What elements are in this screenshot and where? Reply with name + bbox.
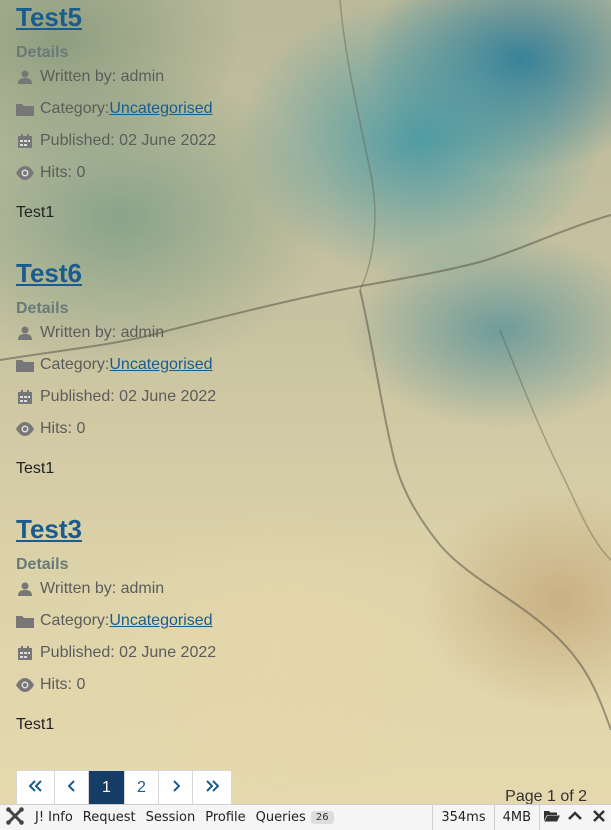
previous-page-button[interactable]: [55, 771, 89, 805]
article-title-link[interactable]: Test6: [16, 256, 82, 290]
folder-icon: [16, 612, 34, 630]
joomla-logo-icon: [5, 806, 25, 830]
published-text: Published: 02 June 2022: [40, 132, 217, 149]
hits-text: Hits: 0: [40, 164, 86, 181]
category-link[interactable]: Uncategorised: [109, 356, 212, 374]
author-text: Written by: admin: [40, 580, 165, 597]
published-row: Published: 02 June 2022: [16, 644, 216, 662]
maximize-button[interactable]: [563, 805, 587, 830]
author-row: Written by: admin: [16, 324, 164, 342]
author-row: Written by: admin: [16, 68, 164, 86]
article-body: Test1: [16, 716, 55, 733]
debug-bar-stats: 354ms 4MB: [432, 804, 611, 830]
page-1-button[interactable]: 1: [89, 771, 125, 805]
hits-row: Hits: 0: [16, 164, 85, 182]
author-text: Written by: admin: [40, 324, 165, 341]
page-2-button[interactable]: 2: [125, 771, 159, 805]
next-page-button[interactable]: [159, 771, 193, 805]
chevron-right-icon: [172, 779, 180, 797]
article-body: Test1: [16, 204, 55, 221]
debug-bar: J! Info Request Session Profile Queries …: [0, 804, 611, 830]
chevron-up-icon: [568, 810, 582, 825]
user-icon: [16, 324, 34, 342]
details-label: Details: [16, 300, 69, 317]
user-icon: [16, 68, 34, 86]
tab-queries[interactable]: Queries 26: [251, 805, 339, 830]
category-row: Category: Uncategorised: [16, 100, 213, 118]
hits-row: Hits: 0: [16, 676, 85, 694]
pagination: 1 2: [16, 770, 232, 805]
details-label: Details: [16, 44, 69, 61]
category-link[interactable]: Uncategorised: [109, 100, 212, 118]
published-text: Published: 02 June 2022: [40, 644, 217, 661]
tab-queries-label: Queries: [255, 810, 306, 825]
background-crack-lines: [0, 0, 611, 731]
calendar-icon: [16, 132, 34, 150]
tab-profile[interactable]: Profile: [200, 805, 250, 830]
open-button[interactable]: [539, 804, 563, 830]
memory-stat: 4MB: [493, 804, 539, 830]
article-title-link[interactable]: Test3: [16, 512, 82, 546]
close-icon: [593, 809, 605, 826]
folder-open-icon: [543, 810, 560, 826]
hits-row: Hits: 0: [16, 420, 85, 438]
published-row: Published: 02 June 2022: [16, 132, 216, 150]
author-row: Written by: admin: [16, 580, 164, 598]
category-row: Category: Uncategorised: [16, 612, 213, 630]
chevron-left-icon: [67, 779, 76, 797]
queries-count-badge: 26: [310, 811, 334, 824]
double-chevron-right-icon: [205, 779, 220, 797]
first-page-button[interactable]: [17, 771, 55, 805]
author-text: Written by: admin: [40, 68, 165, 85]
user-icon: [16, 580, 34, 598]
tab-session[interactable]: Session: [141, 805, 201, 830]
article-title-link[interactable]: Test5: [16, 0, 82, 34]
time-stat: 354ms: [432, 804, 493, 830]
hits-text: Hits: 0: [40, 420, 86, 437]
category-row: Category: Uncategorised: [16, 356, 213, 374]
folder-icon: [16, 100, 34, 118]
folder-icon: [16, 356, 34, 374]
category-prefix: Category:: [40, 100, 110, 117]
tab-j-info[interactable]: J! Info: [30, 805, 78, 830]
published-text: Published: 02 June 2022: [40, 388, 217, 405]
eye-icon: [16, 676, 34, 694]
category-prefix: Category:: [40, 612, 110, 629]
eye-icon: [16, 420, 34, 438]
double-chevron-left-icon: [28, 779, 43, 797]
last-page-button[interactable]: [193, 771, 231, 805]
close-button[interactable]: [587, 805, 611, 830]
joomla-logo-button[interactable]: [0, 805, 30, 830]
published-row: Published: 02 June 2022: [16, 388, 216, 406]
details-label: Details: [16, 556, 69, 573]
hits-text: Hits: 0: [40, 676, 86, 693]
eye-icon: [16, 164, 34, 182]
article-body: Test1: [16, 460, 55, 477]
calendar-icon: [16, 388, 34, 406]
category-prefix: Category:: [40, 356, 110, 373]
category-link[interactable]: Uncategorised: [109, 612, 212, 630]
tab-request[interactable]: Request: [78, 805, 141, 830]
calendar-icon: [16, 644, 34, 662]
